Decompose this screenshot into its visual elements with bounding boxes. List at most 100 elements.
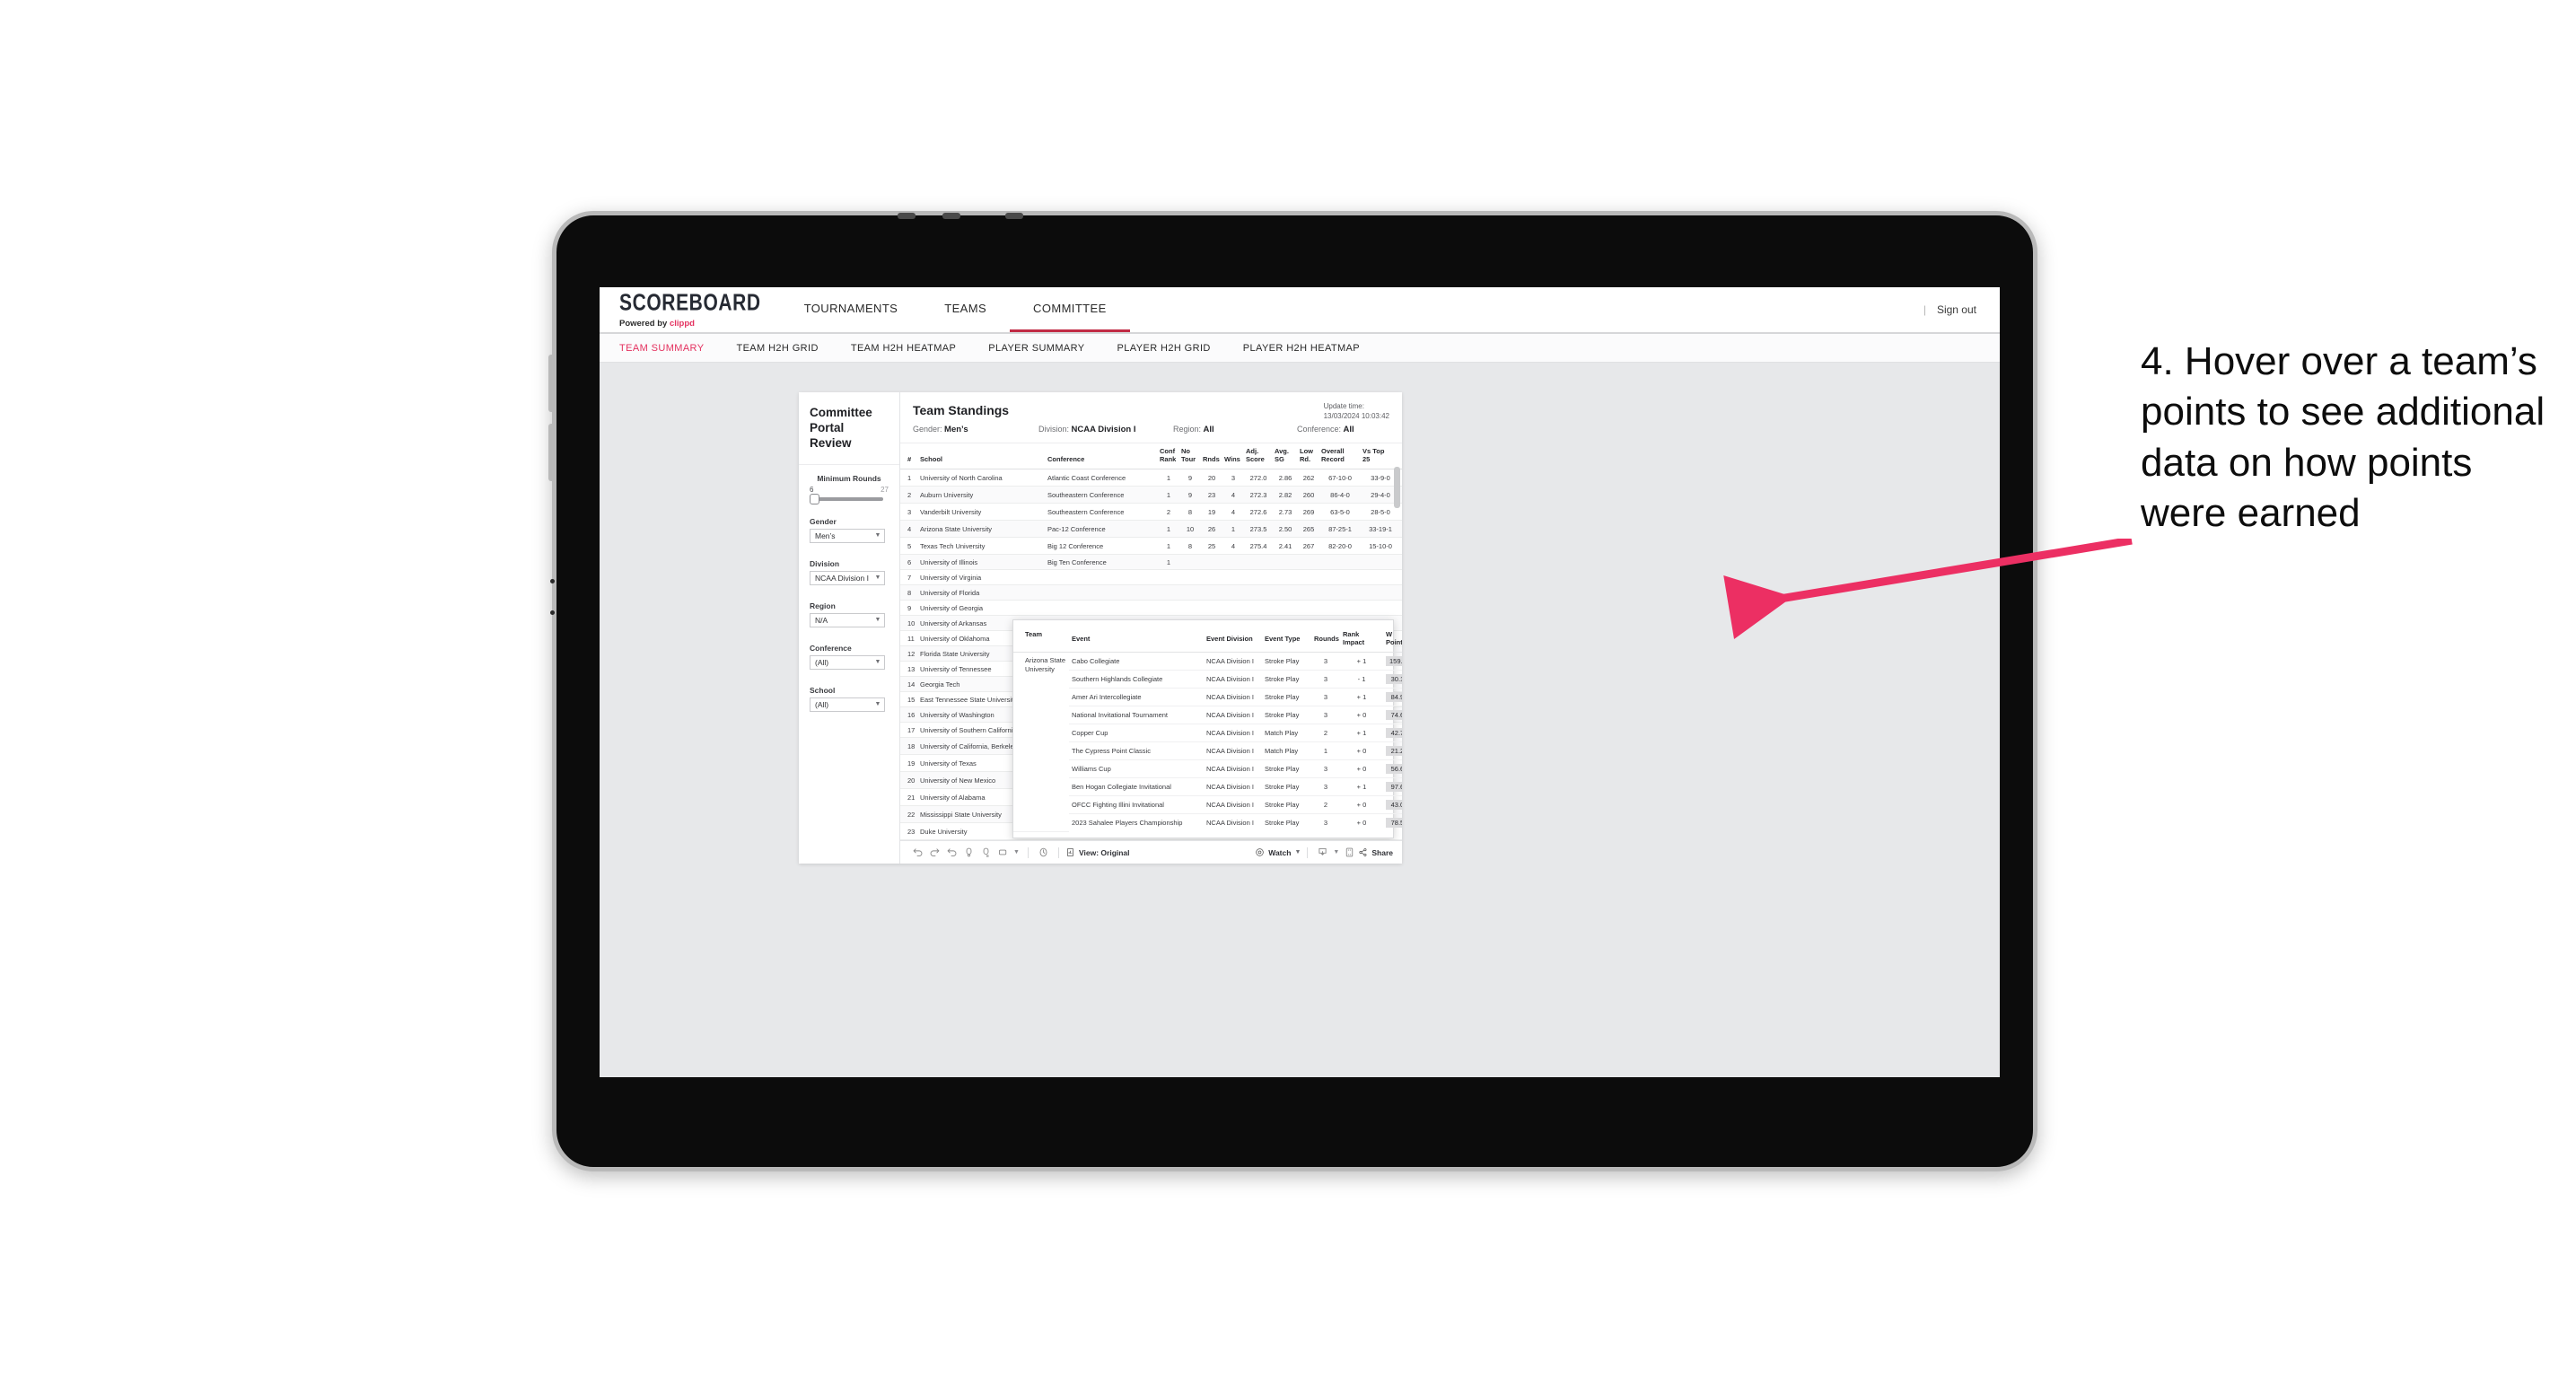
dashboard-card: Committee Portal Review Minimum Rounds 6…	[799, 392, 1402, 864]
tooltip-cell-rank-impact: - 1	[1340, 670, 1383, 689]
table-row[interactable]: 1 University of North Carolina Atlantic Co…	[900, 469, 1402, 487]
cell-adj-score: 272.6	[1244, 503, 1273, 522]
cell-overall-record: 82-20-0	[1319, 537, 1361, 556]
meta-conference-value: All	[1343, 425, 1354, 434]
chevron-down-icon: ▼	[1294, 849, 1301, 855]
school-select[interactable]: (All) ▼	[810, 697, 886, 712]
standings-header-row: # School Conference Conf Rank No Tour Rnds…	[900, 443, 1402, 470]
table-row[interactable]: 8 University of Florida	[900, 584, 1402, 601]
watch-button[interactable]: Watch ▼	[1255, 847, 1301, 857]
fullscreen-icon[interactable]	[1341, 845, 1358, 860]
tooltip-col-rank-impact: Rank Impact	[1340, 627, 1383, 653]
table-row[interactable]: 7 University of Virginia	[900, 569, 1402, 586]
tooltip-cell-event-division: NCAA Division I	[1204, 652, 1262, 671]
cell-avg-sg: 2.73	[1273, 503, 1298, 522]
tooltip-cell-event-type: Stroke Play	[1262, 795, 1311, 814]
meta-region: Region: All	[1173, 425, 1297, 434]
cell-conference: Pac-12 Conference	[1046, 520, 1158, 539]
col-adj-score[interactable]: Adj. Score	[1244, 443, 1273, 470]
nav-item-teams[interactable]: TEAMS	[921, 287, 1010, 332]
tooltip-cell-event-division: NCAA Division I	[1204, 724, 1262, 742]
download-icon[interactable]	[1314, 845, 1331, 860]
tab-team-summary[interactable]: TEAM SUMMARY	[619, 343, 720, 354]
tooltip-cell-rounds: 3	[1323, 819, 1328, 827]
cell-overall-record	[1319, 600, 1361, 617]
conference-select[interactable]: (All) ▼	[810, 654, 886, 670]
tooltip-cell-w-points: 56.66	[1383, 759, 1402, 778]
cell-no-tour	[1179, 600, 1201, 617]
nav-item-tournaments[interactable]: TOURNAMENTS	[781, 287, 922, 332]
col-rank[interactable]: #	[900, 443, 918, 470]
col-overall-record[interactable]: Overall Record	[1319, 443, 1361, 470]
table-row[interactable]: 3 Vanderbilt University Southeastern Confe…	[900, 503, 1402, 522]
cell-avg-sg: 2.50	[1273, 520, 1298, 539]
col-school[interactable]: School	[918, 443, 1046, 470]
col-wins[interactable]: Wins	[1222, 443, 1244, 470]
cell-no-tour	[1179, 584, 1201, 601]
page-title: Team Standings	[913, 403, 1010, 417]
cell-overall-record	[1319, 569, 1361, 586]
standings-table-head: # School Conference Conf Rank No Tour Rnds…	[900, 443, 1402, 470]
tooltip-cell-rank-impact: + 1	[1340, 652, 1383, 671]
pause-icon[interactable]	[977, 845, 994, 860]
table-row[interactable]: 9 University of Georgia	[900, 600, 1402, 617]
region-select[interactable]: N/A ▼	[810, 612, 886, 627]
volume-down-button[interactable]	[548, 424, 554, 481]
col-rnds[interactable]: Rnds	[1201, 443, 1222, 470]
tooltip-row: National Invitational Tournament NCAA Div…	[1013, 706, 1402, 724]
device-chevron-icon[interactable]: ▼	[1012, 845, 1021, 860]
col-conf-rank[interactable]: Conf Rank	[1158, 443, 1179, 470]
tab-player-h2h-grid[interactable]: PLAYER H2H GRID	[1117, 343, 1227, 354]
refresh-icon[interactable]	[960, 845, 977, 860]
table-row[interactable]: 6 University of Illinois Big Ten Conferenc…	[900, 554, 1402, 571]
nav-item-committee[interactable]: COMMITTEE	[1010, 287, 1130, 332]
tooltip-cell-w-points: 30.13	[1383, 670, 1402, 689]
sign-out-link[interactable]: Sign out	[1937, 303, 1976, 316]
school-value: (All)	[815, 699, 829, 709]
cell-conference: Southeastern Conference	[1046, 503, 1158, 522]
cell-wins: 1	[1222, 520, 1244, 539]
tab-player-h2h-heatmap[interactable]: PLAYER H2H HEATMAP	[1243, 343, 1376, 354]
revert-icon[interactable]	[943, 845, 960, 860]
col-avg-sg[interactable]: Avg. SG	[1273, 443, 1298, 470]
table-row[interactable]: 4 Arizona State University Pac-12 Conferen…	[900, 520, 1402, 539]
table-row[interactable]: 5 Texas Tech University Big 12 Conference 1…	[900, 537, 1402, 556]
division-select[interactable]: NCAA Division I ▼	[810, 570, 886, 585]
minimum-rounds-slider-handle[interactable]	[810, 493, 819, 504]
download-chevron-icon[interactable]: ▼	[1331, 845, 1341, 860]
volume-up-button[interactable]	[548, 355, 554, 412]
cell-rank: 15	[900, 691, 918, 708]
tab-team-h2h-heatmap[interactable]: TEAM H2H HEATMAP	[851, 343, 972, 354]
tooltip-cell-event-type: Stroke Play	[1262, 688, 1311, 706]
cell-rank: 16	[900, 706, 918, 724]
share-button[interactable]: Share	[1358, 847, 1393, 857]
cell-school: Texas Tech University	[918, 537, 1046, 556]
filter-panel: Committee Portal Review Minimum Rounds 6…	[799, 392, 900, 864]
tooltip-col-event-type: Event Type	[1262, 627, 1311, 653]
tooltip-cell-event-division: NCAA Division I	[1206, 819, 1254, 827]
tooltip-cell-rank-impact: + 0	[1340, 741, 1383, 760]
history-icon[interactable]	[1035, 845, 1052, 860]
cell-rank: 20	[900, 771, 918, 790]
tab-player-summary[interactable]: PLAYER SUMMARY	[988, 343, 1100, 354]
minimum-rounds-slider[interactable]	[810, 493, 883, 504]
gender-select[interactable]: Men’s ▼	[810, 528, 886, 543]
tooltip-cell-event: Williams Cup	[1069, 759, 1204, 778]
device-layout-icon[interactable]	[994, 845, 1012, 860]
undo-icon[interactable]	[909, 845, 926, 860]
tooltip-col-w-points: W Points	[1383, 627, 1402, 653]
tooltip-cell-event: The Cypress Point Classic	[1069, 741, 1204, 760]
redo-icon[interactable]	[926, 845, 943, 860]
col-conference[interactable]: Conference	[1046, 443, 1158, 470]
table-scrollbar-thumb[interactable]	[1394, 467, 1400, 508]
col-vs-top-25[interactable]: Vs Top 25	[1361, 443, 1400, 470]
tab-team-h2h-grid[interactable]: TEAM H2H GRID	[736, 343, 834, 354]
table-row[interactable]: 2 Auburn University Southeastern Conferenc…	[900, 486, 1402, 504]
tooltip-cell-w-points: 21.28	[1383, 741, 1402, 760]
view-original-button[interactable]: View: Original	[1065, 847, 1130, 857]
brand-logo[interactable]: SCOREBOARD Powered by clippd	[600, 287, 781, 332]
col-vs-top-50[interactable]: Vs Top50	[1400, 443, 1402, 470]
col-low-rd[interactable]: Low Rd.	[1298, 443, 1319, 470]
col-no-tour[interactable]: No Tour	[1179, 443, 1201, 470]
cell-low-rd: 265	[1298, 520, 1319, 539]
